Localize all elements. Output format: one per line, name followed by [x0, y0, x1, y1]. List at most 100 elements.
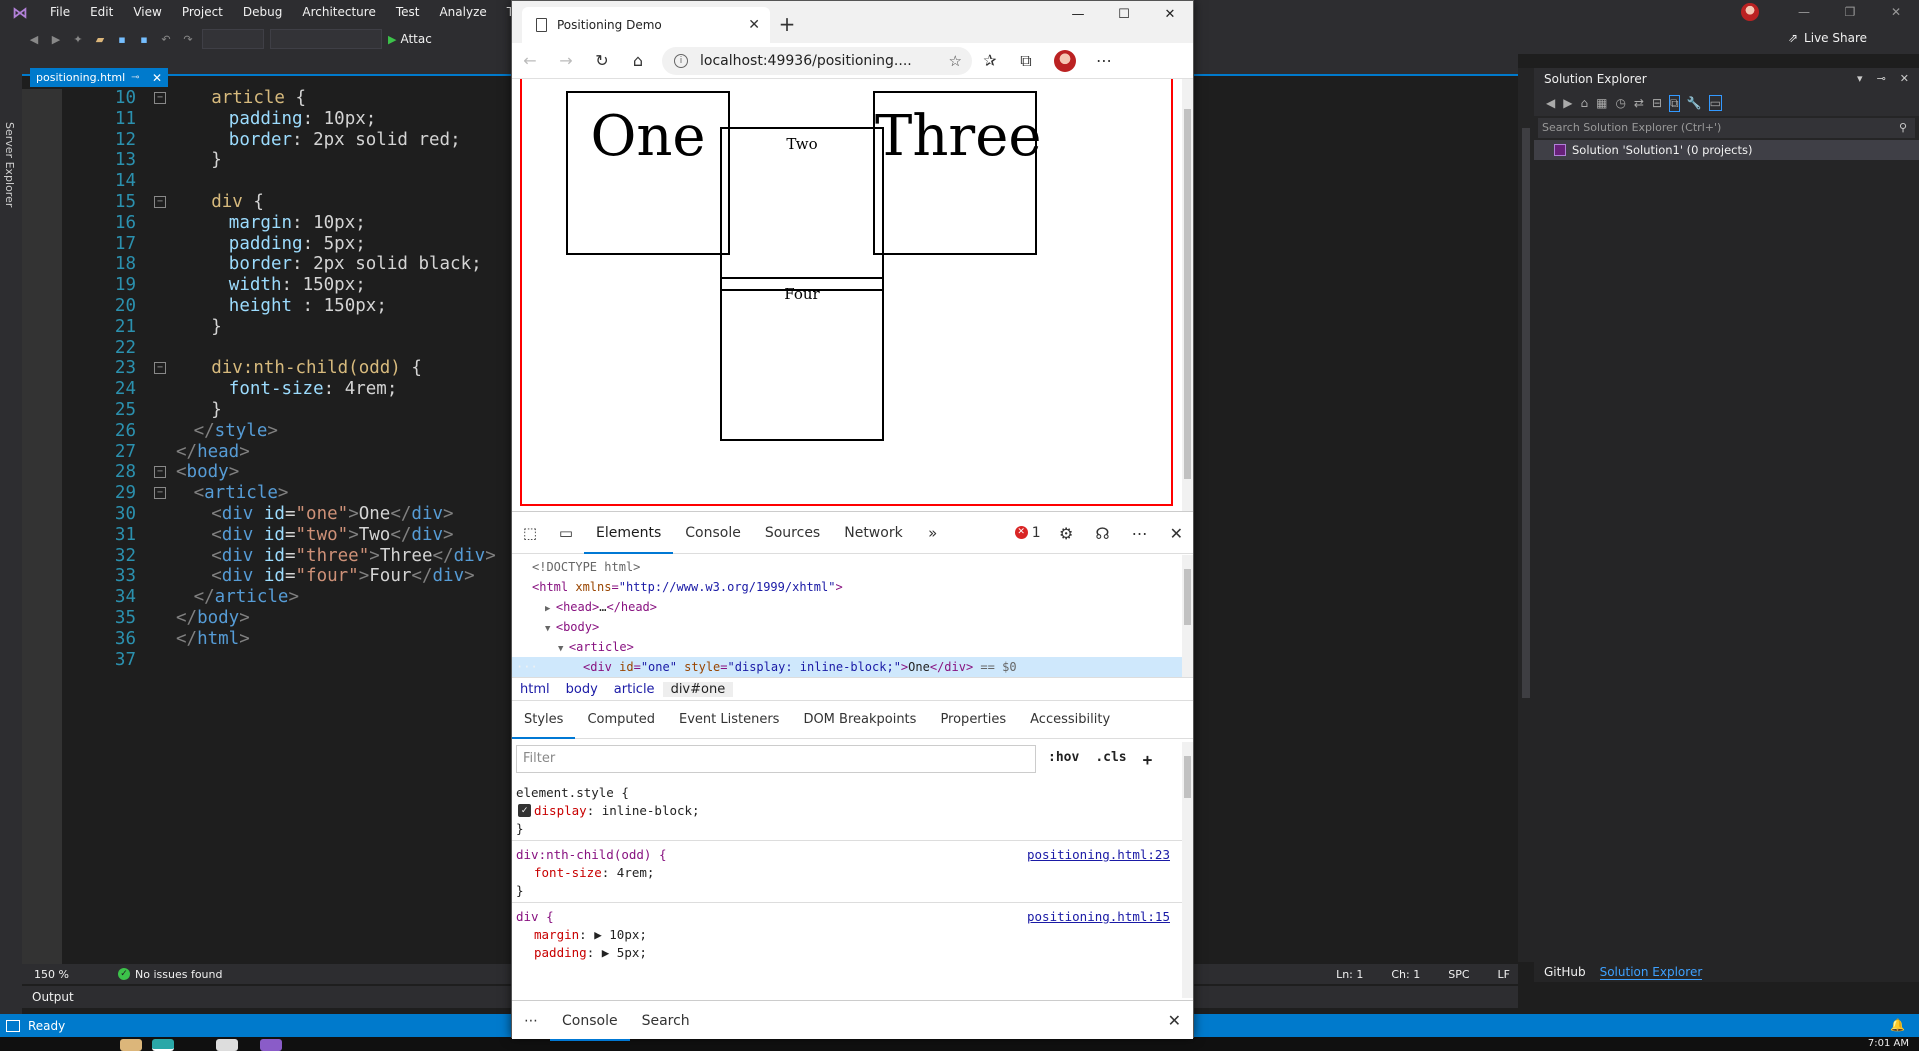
- tab-properties[interactable]: Properties: [928, 701, 1018, 739]
- minimize-icon[interactable]: —: [1055, 1, 1101, 27]
- scroll-thumb[interactable]: [1184, 756, 1191, 798]
- menu-edit[interactable]: Edit: [80, 0, 123, 24]
- tab-network[interactable]: Network: [832, 512, 914, 554]
- node-actions-icon[interactable]: ···: [516, 657, 538, 677]
- pending-changes-icon[interactable]: ◷: [1615, 96, 1625, 110]
- dom-node[interactable]: ▼ <body>: [512, 617, 1182, 637]
- new-tab-icon[interactable]: +: [774, 11, 800, 37]
- close-devtools-icon[interactable]: ✕: [1170, 524, 1183, 543]
- menu-project[interactable]: Project: [172, 0, 233, 24]
- taskbar-clock[interactable]: 7:01 AM: [1868, 1038, 1909, 1049]
- tab-accessibility[interactable]: Accessibility: [1018, 701, 1122, 739]
- style-property-padding[interactable]: padding: ▶ 5px;: [534, 944, 647, 962]
- close-tab-icon[interactable]: ✕: [748, 17, 760, 33]
- fold-toggle-icon[interactable]: −: [154, 487, 166, 500]
- more-icon[interactable]: ⋯: [1086, 47, 1122, 75]
- dom-tree[interactable]: <!DOCTYPE html> <html xmlns="http://www.w…: [512, 555, 1182, 677]
- more-icon[interactable]: ⋯: [1132, 524, 1148, 543]
- file-explorer-taskbar-icon[interactable]: [120, 1039, 142, 1051]
- scroll-thumb[interactable]: [1184, 569, 1191, 625]
- tab-dom-breakpoints[interactable]: DOM Breakpoints: [791, 701, 928, 739]
- home-icon[interactable]: ⌂: [620, 47, 656, 75]
- zoom-level[interactable]: 150 %: [34, 968, 98, 981]
- profile-avatar[interactable]: [1054, 49, 1076, 72]
- favorites-icon[interactable]: ✰: [972, 47, 1008, 75]
- collapse-all-icon[interactable]: ⊟: [1652, 96, 1662, 110]
- menu-file[interactable]: File: [40, 0, 80, 24]
- configuration-combo[interactable]: [202, 29, 264, 49]
- app-taskbar-icon[interactable]: [216, 1039, 238, 1051]
- tab-solution-explorer[interactable]: Solution Explorer: [1599, 965, 1703, 980]
- solution-search-input[interactable]: Search Solution Explorer (Ctrl+') ⚲: [1538, 118, 1915, 138]
- close-icon[interactable]: ✕: [1900, 72, 1909, 85]
- tab-sources[interactable]: Sources: [753, 512, 832, 554]
- preview-icon[interactable]: ▭: [1708, 95, 1722, 111]
- source-link-15[interactable]: positioning.html:15: [1027, 908, 1170, 926]
- line-ending[interactable]: LF: [1498, 968, 1510, 981]
- crumb-html[interactable]: html: [512, 682, 558, 697]
- dom-node[interactable]: ▼ <article>: [512, 637, 1182, 657]
- redo-icon[interactable]: ↷: [180, 31, 196, 47]
- style-property-margin[interactable]: margin: ▶ 10px;: [534, 926, 647, 944]
- address-bar[interactable]: i localhost:49936/positioning.... ☆: [662, 46, 972, 75]
- crumb-article[interactable]: article: [606, 682, 663, 697]
- drawer-more-icon[interactable]: ⋯: [512, 1013, 550, 1029]
- pin-icon[interactable]: ⊸: [131, 72, 139, 83]
- add-rule-icon[interactable]: +: [1143, 750, 1153, 769]
- solution-node[interactable]: Solution 'Solution1' (0 projects): [1534, 140, 1919, 160]
- dom-node[interactable]: <!DOCTYPE html>: [512, 557, 1182, 577]
- save-icon[interactable]: ▪: [114, 31, 130, 47]
- scroll-thumb[interactable]: [1522, 128, 1530, 698]
- tab-elements[interactable]: Elements: [584, 512, 674, 554]
- error-count[interactable]: ✕ 1: [1014, 525, 1041, 541]
- close-drawer-icon[interactable]: ✕: [1168, 1011, 1181, 1030]
- save-all-icon[interactable]: ▪: [136, 31, 152, 47]
- fold-toggle-icon[interactable]: −: [154, 196, 166, 208]
- expand-arrow-icon[interactable]: ▼: [545, 624, 556, 634]
- style-property-display[interactable]: display: inline-block;: [534, 802, 700, 820]
- pin-icon[interactable]: ⊸: [1877, 72, 1886, 85]
- close-icon[interactable]: ✕: [1873, 0, 1919, 24]
- home-icon[interactable]: ⌂: [1580, 96, 1588, 110]
- open-folder-icon[interactable]: ▰: [92, 31, 108, 47]
- menu-analyze[interactable]: Analyze: [429, 0, 496, 24]
- property-checkbox[interactable]: ✓: [518, 804, 531, 817]
- dom-node[interactable]: ▶ <head>…</head>: [512, 597, 1182, 617]
- favorite-star-icon[interactable]: ☆: [949, 52, 962, 70]
- dom-scrollbar[interactable]: [1182, 555, 1193, 677]
- inspect-icon[interactable]: ⬚: [512, 524, 548, 542]
- back-icon[interactable]: ←: [512, 47, 548, 75]
- search-icon[interactable]: ⚲: [1899, 118, 1907, 138]
- info-icon[interactable]: i: [674, 53, 688, 68]
- fold-toggle-icon[interactable]: −: [154, 92, 166, 104]
- fold-toggle-icon[interactable]: −: [154, 362, 166, 375]
- forward-icon[interactable]: ▶: [48, 31, 64, 47]
- styles-scrollbar[interactable]: [1182, 742, 1193, 998]
- menu-architecture[interactable]: Architecture: [292, 0, 385, 24]
- tab-computed[interactable]: Computed: [575, 701, 667, 739]
- feedback-icon[interactable]: ☊: [1095, 524, 1109, 543]
- tab-event-listeners[interactable]: Event Listeners: [667, 701, 791, 739]
- restore-icon[interactable]: ❐: [1827, 0, 1873, 24]
- expand-arrow-icon[interactable]: ▼: [558, 644, 569, 654]
- drawer-tab-search[interactable]: Search: [630, 1001, 702, 1041]
- notification-bell-icon[interactable]: 🔔: [1890, 1018, 1905, 1032]
- editor-vertical-scrollbar[interactable]: [1518, 68, 1534, 962]
- drawer-tab-console[interactable]: Console: [550, 1001, 630, 1041]
- page-scrollbar[interactable]: [1182, 79, 1193, 511]
- edge-taskbar-icon[interactable]: [152, 1039, 174, 1051]
- vs-account-avatar[interactable]: [1741, 3, 1759, 21]
- dom-node[interactable]: <html xmlns="http://www.w3.org/1999/xhtm…: [512, 577, 1182, 597]
- maximize-icon[interactable]: ☐: [1101, 1, 1147, 27]
- style-property-font-size[interactable]: font-size: 4rem;: [534, 864, 654, 882]
- settings-gear-icon[interactable]: ⚙: [1059, 524, 1073, 543]
- tab-styles[interactable]: Styles: [512, 701, 576, 739]
- switch-views-icon[interactable]: ▦: [1596, 96, 1607, 110]
- class-toggle[interactable]: .cls: [1095, 750, 1126, 769]
- styles-filter-input[interactable]: Filter: [516, 745, 1036, 773]
- live-share-button[interactable]: ⇗ Live Share: [1788, 31, 1867, 45]
- minimize-icon[interactable]: —: [1781, 0, 1827, 24]
- undo-icon[interactable]: ↶: [158, 31, 174, 47]
- hover-state-toggle[interactable]: :hov: [1048, 750, 1079, 769]
- back-icon[interactable]: ◀: [26, 31, 42, 47]
